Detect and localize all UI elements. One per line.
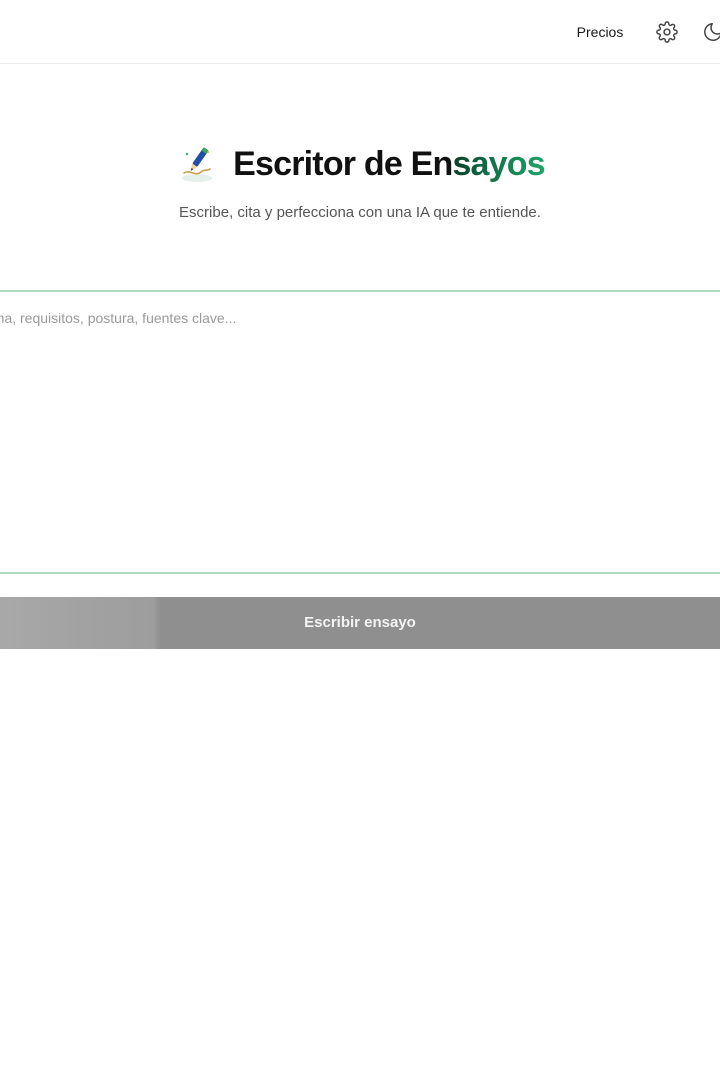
gear-icon	[656, 21, 678, 43]
essay-prompt-input[interactable]	[0, 292, 716, 572]
settings-button[interactable]	[655, 20, 679, 44]
title-accent: sayos	[452, 144, 545, 183]
page-subtitle: Escribe, cita y perfecciona con una IA q…	[179, 204, 541, 221]
moon-icon	[704, 23, 720, 41]
pricing-link[interactable]: Precios	[560, 20, 640, 44]
page-title-text: Escritor de Ensayos	[233, 144, 546, 183]
write-essay-button[interactable]: Escribir ensayo	[0, 597, 720, 649]
pen-writing-icon	[175, 142, 219, 186]
essay-prompt-box	[0, 290, 720, 574]
top-header: Precios	[0, 0, 720, 64]
page-title: Escritor de Ensayos	[0, 136, 720, 192]
theme-toggle-button[interactable]	[701, 20, 720, 44]
